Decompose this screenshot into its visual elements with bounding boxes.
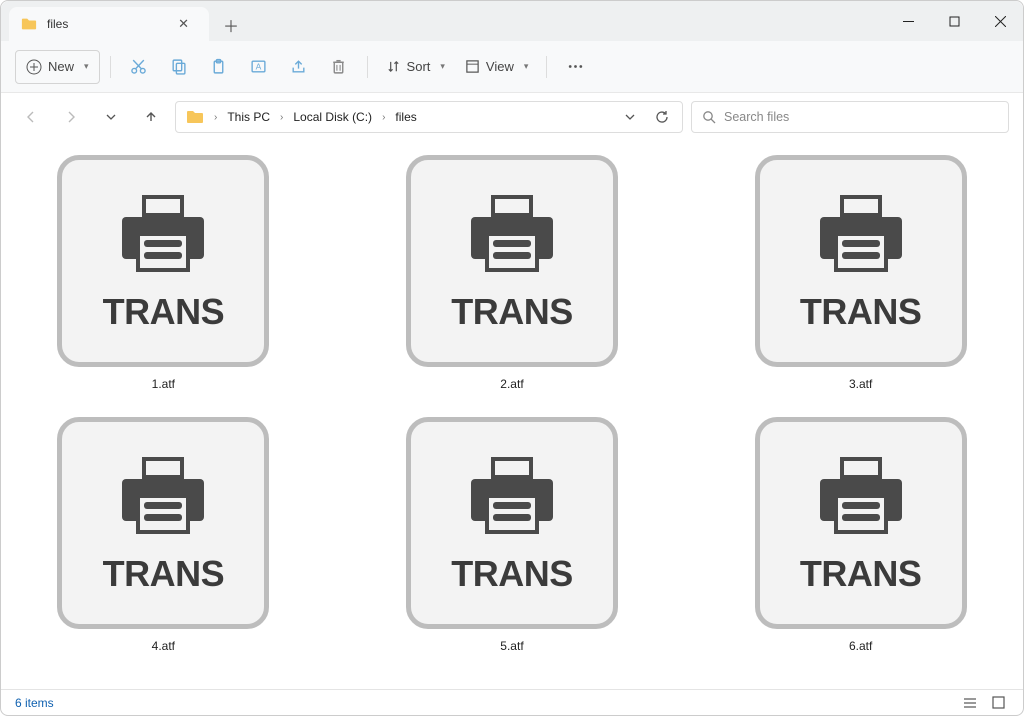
- status-bar: 6 items: [1, 689, 1023, 715]
- breadcrumb-item[interactable]: This PC: [223, 106, 274, 128]
- address-row: › This PC › Local Disk (C:) › files: [1, 93, 1023, 141]
- file-name-label: 6.atf: [849, 639, 872, 653]
- share-button[interactable]: [281, 50, 317, 84]
- view-button[interactable]: View ▾: [457, 50, 536, 84]
- breadcrumb-item[interactable]: Local Disk (C:): [289, 106, 376, 128]
- file-item[interactable]: TRANS 2.atf: [406, 155, 618, 391]
- recent-locations-button[interactable]: [95, 101, 127, 133]
- toolbar-separator: [110, 56, 111, 78]
- more-options-button[interactable]: [557, 50, 593, 84]
- folder-icon: [21, 17, 37, 31]
- cut-button[interactable]: [121, 50, 157, 84]
- tab-close-button[interactable]: ✕: [172, 14, 195, 34]
- file-icon-label: TRANS: [451, 291, 573, 333]
- close-window-button[interactable]: [977, 5, 1023, 37]
- search-input[interactable]: [724, 110, 998, 124]
- new-tab-button[interactable]: ＋: [217, 11, 245, 39]
- view-icon: [465, 59, 480, 74]
- file-thumbnail: TRANS: [755, 155, 967, 367]
- file-icon-label: TRANS: [451, 553, 573, 595]
- file-name-label: 3.atf: [849, 377, 872, 391]
- copy-button[interactable]: [161, 50, 197, 84]
- file-item[interactable]: TRANS 6.atf: [755, 417, 967, 653]
- rename-button[interactable]: A: [241, 50, 277, 84]
- file-item[interactable]: TRANS 1.atf: [57, 155, 269, 391]
- address-dropdown-button[interactable]: [616, 103, 644, 131]
- toolbar-separator: [367, 56, 368, 78]
- file-thumbnail: TRANS: [57, 155, 269, 367]
- details-view-button[interactable]: [959, 693, 981, 713]
- file-item[interactable]: TRANS 5.atf: [406, 417, 618, 653]
- files-area: TRANS 1.atf TRANS 2.atf TRANS 3.atf: [1, 141, 1023, 689]
- file-icon-label: TRANS: [103, 291, 225, 333]
- new-button[interactable]: New ▾: [15, 50, 100, 84]
- file-thumbnail: TRANS: [406, 417, 618, 629]
- folder-icon: [186, 109, 204, 125]
- breadcrumb-item[interactable]: files: [391, 106, 420, 128]
- tab[interactable]: files ✕: [9, 7, 209, 41]
- file-thumbnail: TRANS: [406, 155, 618, 367]
- tab-title: files: [47, 17, 162, 31]
- toolbar: New ▾ A Sort ▾ View ▾: [1, 41, 1023, 93]
- chevron-right-icon: ›: [380, 112, 387, 123]
- search-icon: [702, 110, 716, 124]
- toolbar-separator: [546, 56, 547, 78]
- search-box[interactable]: [691, 101, 1009, 133]
- back-button[interactable]: [15, 101, 47, 133]
- maximize-button[interactable]: [931, 5, 977, 37]
- file-item[interactable]: TRANS 3.atf: [755, 155, 967, 391]
- file-thumbnail: TRANS: [57, 417, 269, 629]
- file-thumbnail: TRANS: [755, 417, 967, 629]
- forward-button[interactable]: [55, 101, 87, 133]
- window-controls: [885, 1, 1023, 41]
- delete-button[interactable]: [321, 50, 357, 84]
- view-label: View: [486, 59, 514, 74]
- plus-circle-icon: [26, 59, 42, 75]
- paste-button[interactable]: [201, 50, 237, 84]
- title-bar: files ✕ ＋: [1, 1, 1023, 41]
- file-icon-label: TRANS: [800, 553, 922, 595]
- chevron-right-icon: ›: [278, 112, 285, 123]
- file-name-label: 2.atf: [500, 377, 523, 391]
- refresh-button[interactable]: [648, 103, 676, 131]
- file-name-label: 5.atf: [500, 639, 523, 653]
- file-item[interactable]: TRANS 4.atf: [57, 417, 269, 653]
- files-grid: TRANS 1.atf TRANS 2.atf TRANS 3.atf: [19, 155, 1005, 653]
- sort-icon: [386, 59, 401, 74]
- file-icon-label: TRANS: [800, 291, 922, 333]
- svg-text:A: A: [256, 62, 262, 72]
- item-count-label: 6 items: [15, 696, 54, 710]
- address-bar[interactable]: › This PC › Local Disk (C:) › files: [175, 101, 683, 133]
- up-button[interactable]: [135, 101, 167, 133]
- thumbnails-view-button[interactable]: [987, 693, 1009, 713]
- sort-button[interactable]: Sort ▾: [378, 50, 453, 84]
- file-icon-label: TRANS: [103, 553, 225, 595]
- new-button-label: New: [48, 59, 74, 74]
- sort-label: Sort: [407, 59, 431, 74]
- chevron-right-icon: ›: [212, 112, 219, 123]
- file-name-label: 4.atf: [152, 639, 175, 653]
- file-name-label: 1.atf: [152, 377, 175, 391]
- minimize-button[interactable]: [885, 5, 931, 37]
